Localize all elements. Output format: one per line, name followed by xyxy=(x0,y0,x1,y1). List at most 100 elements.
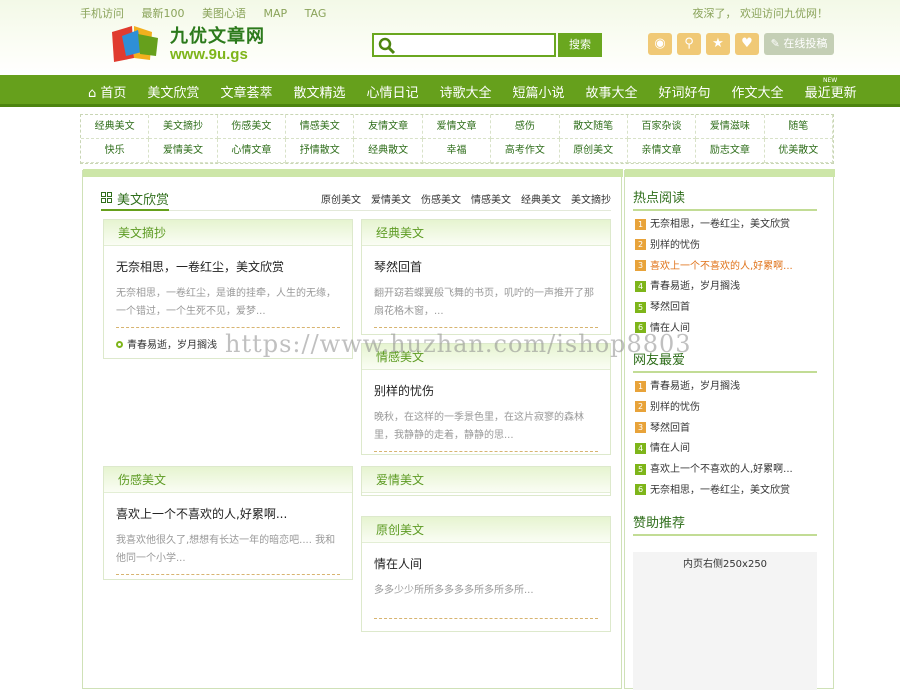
top-link-mobile[interactable]: 手机访问 xyxy=(80,7,124,20)
search-input[interactable] xyxy=(372,33,556,57)
section-tab[interactable]: 情感美文 xyxy=(471,191,511,206)
subnav-item[interactable]: 励志文章 xyxy=(696,139,765,163)
post-online-label: 在线投稿 xyxy=(783,37,828,50)
top-link-latest[interactable]: 最新100 xyxy=(142,7,185,20)
list-item-text: 琴然回首 xyxy=(650,422,690,434)
heart-icon[interactable]: ♥ xyxy=(735,33,759,55)
nav-item[interactable]: 最近更新 xyxy=(805,82,857,101)
section-title-text: 美文欣赏 xyxy=(117,193,170,208)
tencent-icon[interactable]: ⚲ xyxy=(677,33,701,55)
list-item[interactable]: 6 无奈相思，一卷红尘，美文欣赏 xyxy=(635,481,825,502)
subnav-item[interactable]: 爱情滋味 xyxy=(696,115,765,139)
subnav-item[interactable]: 原创美文 xyxy=(559,139,628,163)
subnav-item[interactable]: 高考作文 xyxy=(491,139,560,163)
list-item[interactable]: 5 喜欢上一个不喜欢的人,好累啊... xyxy=(635,460,825,481)
subnav-item[interactable]: 随笔 xyxy=(764,115,833,139)
home-icon: ⌂ xyxy=(88,85,97,101)
new-badge: NEW xyxy=(823,77,838,84)
divider xyxy=(374,327,598,328)
books-logo-icon xyxy=(112,26,158,62)
section-tab[interactable]: 原创美文 xyxy=(321,191,361,206)
nav-item[interactable]: 故事大全 xyxy=(586,82,638,101)
card-head[interactable]: 美文摘抄 xyxy=(104,220,352,246)
nav-home[interactable]: ⌂ 首页 xyxy=(88,82,126,101)
nav-item[interactable]: 诗歌大全 xyxy=(439,82,491,101)
list-item-text: 青春易逝，岁月搁浅 xyxy=(650,381,740,392)
card-head[interactable]: 爱情美文 xyxy=(362,467,610,493)
section-tabs: 原创美文 爱情美文 伤感美文 情感美文 经典美文 美文摘抄 xyxy=(321,191,611,206)
nav-item[interactable]: 作文大全 xyxy=(732,82,784,101)
nav-item[interactable]: 短篇小说 xyxy=(513,82,565,101)
nav-item[interactable]: 文章荟萃 xyxy=(220,82,272,101)
subnav-item[interactable]: 感伤 xyxy=(491,115,560,139)
list-item[interactable]: 5 琴然回首 xyxy=(635,298,825,319)
list-item-text: 无奈相思，一卷红尘，美文欣赏 xyxy=(650,219,790,230)
card-jingdian-meiwen: 经典美文 琴然回首 翻开窈若蝶翼般飞舞的书页，叽咛的一声推开了那扇花格木窗，..… xyxy=(361,219,611,335)
list-item[interactable]: 1 无奈相思，一卷红尘，美文欣赏 xyxy=(635,215,825,236)
list-item[interactable]: 4 青春易逝，岁月搁浅 xyxy=(635,277,825,298)
nav-item[interactable]: 散文精选 xyxy=(293,82,345,101)
top-links: 手机访问 最新100 美图心语 MAP TAG xyxy=(80,5,340,21)
ad-placeholder[interactable]: 内页右侧250x250 xyxy=(633,552,817,690)
section-tab[interactable]: 美文摘抄 xyxy=(571,191,611,206)
top-link-map[interactable]: MAP xyxy=(264,7,288,20)
card-yuanchuang-meiwen: 原创美文 情在人间 多多少少所所多多多多所多所多所... xyxy=(361,516,611,632)
card-head[interactable]: 伤感美文 xyxy=(104,467,352,493)
subnav-item[interactable]: 心情文章 xyxy=(217,139,287,163)
list-item-text: 情在人间 xyxy=(650,443,690,455)
card-excerpt: 多多少少所所多多多多所多所多所... xyxy=(374,585,534,596)
list-item-text: 别样的忧伤 xyxy=(650,401,700,413)
subnav-item[interactable]: 爱情美文 xyxy=(149,139,218,163)
subnav-item[interactable]: 情感美文 xyxy=(286,115,355,139)
social-icons: ◉ ⚲ ★ ♥ ✎ 在线投稿 xyxy=(648,33,834,55)
card-title[interactable]: 别样的忧伤 xyxy=(374,382,610,399)
card-aiqing-meiwen: 爱情美文 xyxy=(361,466,611,496)
subnav-item[interactable]: 亲情文章 xyxy=(627,139,697,163)
nav-item[interactable]: 好词好句 xyxy=(659,82,711,101)
main-nav: ⌂ 首页 美文欣赏 文章荟萃 散文精选 心情日记 诗歌大全 短篇小说 故事大全 … xyxy=(0,75,900,107)
nav-item[interactable]: 美文欣赏 xyxy=(147,82,199,101)
section-tab[interactable]: 经典美文 xyxy=(521,191,561,206)
weibo-icon[interactable]: ◉ xyxy=(648,33,672,55)
subnav-item[interactable]: 伤感美文 xyxy=(217,115,287,139)
post-online-button[interactable]: ✎ 在线投稿 xyxy=(764,33,834,55)
panel-top-border xyxy=(83,169,623,177)
subnav-item[interactable]: 抒情散文 xyxy=(286,139,355,163)
section-tab[interactable]: 伤感美文 xyxy=(421,191,461,206)
star-icon[interactable]: ★ xyxy=(706,33,730,55)
card-title[interactable]: 喜欢上一个不喜欢的人,好累啊... xyxy=(116,505,352,522)
nav-item[interactable]: 心情日记 xyxy=(366,82,418,101)
top-link-pictures[interactable]: 美图心语 xyxy=(202,7,246,20)
subnav-item[interactable]: 爱情文章 xyxy=(422,115,492,139)
search-button[interactable]: 搜索 xyxy=(558,33,602,57)
card-title[interactable]: 情在人间 xyxy=(374,555,610,572)
subnav-item[interactable]: 快乐 xyxy=(81,139,150,163)
list-item-text: 青春易逝，岁月搁浅 xyxy=(650,281,740,293)
card-title[interactable]: 无奈相思，一卷红尘，美文欣赏 xyxy=(116,258,352,275)
subnav-item[interactable]: 百家杂谈 xyxy=(627,115,697,139)
divider xyxy=(374,618,598,619)
subnav-item[interactable]: 幸福 xyxy=(422,139,492,163)
section-tab[interactable]: 爱情美文 xyxy=(371,191,411,206)
site-logo[interactable]: 九优文章网 www.9u.gs xyxy=(108,20,268,68)
card-head[interactable]: 经典美文 xyxy=(362,220,610,246)
subnav-item[interactable]: 经典美文 xyxy=(81,115,150,139)
list-item[interactable]: 2 别样的忧伤 xyxy=(635,236,825,257)
user-favorites-list: 1 青春易逝，岁月搁浅 2 别样的忧伤 3 琴然回首 4 情在人间 5 喜欢上一个不喜欢的… xyxy=(635,377,825,502)
subnav-item[interactable]: 经典散文 xyxy=(354,139,423,163)
hot-reading-title: 热点阅读 xyxy=(633,187,817,211)
card-title[interactable]: 琴然回首 xyxy=(374,258,610,275)
list-item[interactable]: 1 青春易逝，岁月搁浅 xyxy=(635,377,825,398)
list-item[interactable]: 3 琴然回首 xyxy=(635,419,825,440)
subnav-item[interactable]: 友情文章 xyxy=(354,115,423,139)
list-item-text: 别样的忧伤 xyxy=(650,239,700,251)
list-item[interactable]: 2 别样的忧伤 xyxy=(635,398,825,419)
top-link-tag[interactable]: TAG xyxy=(305,7,327,20)
card-head[interactable]: 原创美文 xyxy=(362,517,610,543)
section-header: 美文欣赏 原创美文 爱情美文 伤感美文 情感美文 经典美文 美文摘抄 xyxy=(101,189,611,211)
subnav-item[interactable]: 散文随笔 xyxy=(559,115,628,139)
list-item[interactable]: 3 喜欢上一个不喜欢的人,好累啊... xyxy=(635,257,825,278)
list-item[interactable]: 4 情在人间 xyxy=(635,439,825,460)
subnav-item[interactable]: 美文摘抄 xyxy=(149,115,218,139)
subnav-item[interactable]: 优美散文 xyxy=(764,139,833,163)
